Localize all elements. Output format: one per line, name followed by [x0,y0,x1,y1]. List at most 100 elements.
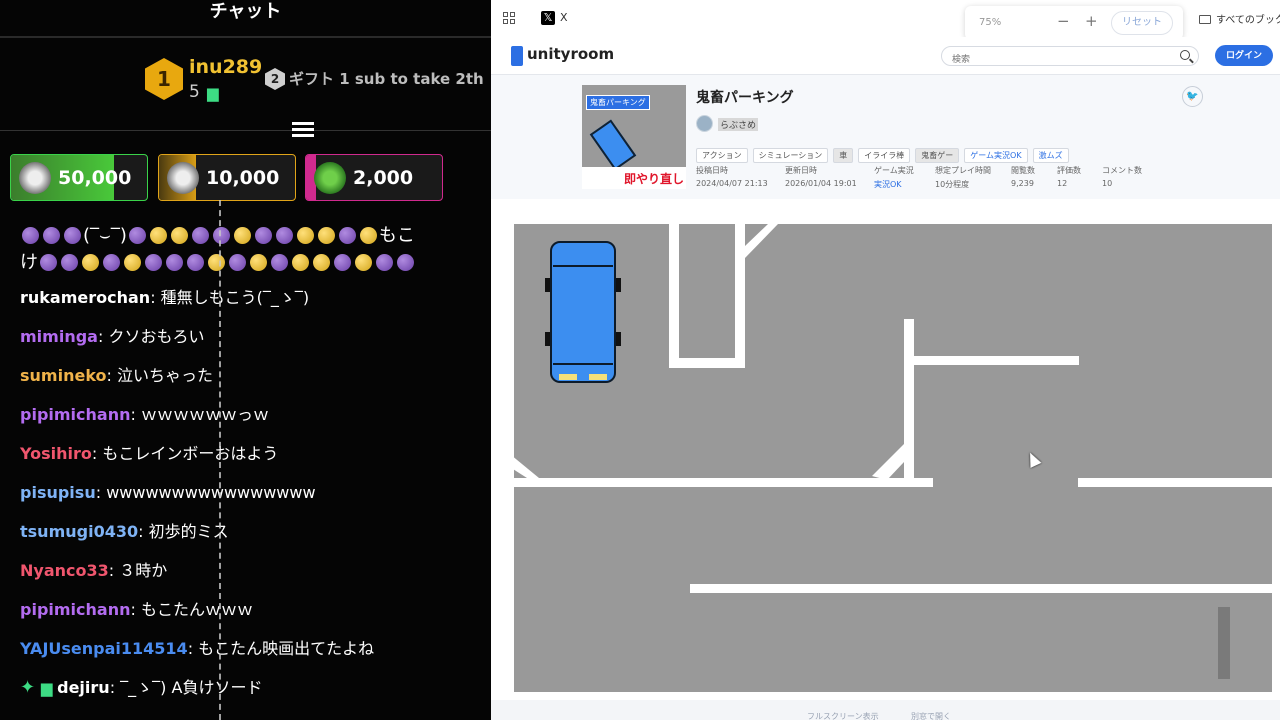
game-canvas[interactable] [505,214,1280,700]
login-button[interactable]: ログイン [1215,45,1273,66]
moon-emote-icon [166,254,183,271]
game-stat: 想定プレイ時間 10分程度 [935,165,991,190]
chat-username[interactable]: Yosihiro [20,444,92,463]
chat-text: もこレインボーおはよう [102,444,279,463]
chat-username[interactable]: rukamerochan [20,288,150,307]
moon-emote-icon [22,227,39,244]
game-frame[interactable] [505,214,1280,700]
top-gifter-name[interactable]: inu289 [189,56,262,78]
chat-separator: : [138,522,149,541]
chat-username[interactable]: pipimichann [20,405,130,424]
thumbnail-banner-text: 即やり直し [623,172,684,186]
chat-separator: : [130,600,141,619]
chat-separator: : [95,483,107,502]
wall-pillar-left [669,214,679,364]
emote-text-head: け [20,252,38,273]
chat-username[interactable]: pisupisu [20,483,96,502]
moon-emote-icon [317,227,335,244]
chat-text: もこたんｗｗｗ [140,600,253,619]
coin-goal-2[interactable]: 10,000 [158,154,296,201]
chat-title: チャット [209,1,282,22]
stat-value[interactable]: 実況OK [874,179,914,190]
wall-divider-horizontal [914,356,1079,365]
chat-text: wwwwwwwwwwwwwwww [106,483,316,502]
moon-emote-icon [355,254,372,271]
stat-label: ゲーム実況 [874,166,914,175]
chat-username[interactable]: YAJUsenpai114514 [20,639,188,658]
coin-goal-1[interactable]: 50,000 [10,154,148,201]
wall-middle-left [505,478,933,487]
emote-row-2: け [20,249,491,276]
site-logo-text[interactable]: unityroom [527,45,614,63]
thumbnail-banner: 即やり直し [582,167,686,189]
browser-window: 𝕏 X 75% − + リセット すべてのブックマ unityroom ログイン… [491,0,1280,720]
coin-icon [19,161,51,194]
rank-1-badge-icon: 1 [145,58,183,100]
author-name[interactable]: らぶさめ [718,118,759,131]
chat-username[interactable]: Nyanco33 [20,561,109,580]
zoom-reset-button[interactable]: リセット [1111,11,1173,35]
chat-message: pipimichann: ｗｗｗｗｗｗっｗ [20,402,491,441]
fullscreen-button[interactable]: フルスクリーン表示 [807,711,879,720]
stat-value: 2026/01/04 19:01 [785,179,857,188]
moon-emote-icon [40,254,57,271]
zoom-in-button[interactable]: + [1085,12,1098,30]
unityroom-logo-icon[interactable] [511,46,523,66]
emote-message: (‾⌣‾) もこ け [20,222,491,276]
x-logo-icon[interactable]: 𝕏 [541,11,555,25]
emote-text-tail: もこ [378,225,415,246]
chat-username[interactable]: tsumugi0430 [20,522,138,541]
chat-separator: : [97,327,109,346]
game-stat: 閲覧数 9,239 [1011,165,1035,188]
moon-emote-icon [233,227,251,244]
car-headlight [589,374,607,380]
apps-grid-icon[interactable] [503,12,515,24]
zoom-out-button[interactable]: − [1057,12,1070,30]
chat-message: mimingа: クソおもろい [20,324,491,363]
game-stat: 更新日時 2026/01/04 19:01 [785,165,857,188]
collapse-icon[interactable] [292,122,314,140]
coin-goal-3[interactable]: 2,000 [305,154,443,201]
chat-message: Yosihiro: もこレインボーおはよう [20,441,491,480]
game-tag[interactable]: 鬼畜ゲー [915,148,960,163]
chat-username[interactable]: pipimichann [20,600,130,619]
player-car[interactable] [545,241,621,383]
wall-lower-lane [690,584,1280,593]
game-stat: ゲーム実況実況OK [874,165,914,190]
stat-value: 12 [1057,179,1068,188]
game-tag[interactable]: ゲーム実況OK [964,148,1028,163]
chat-text: 泣いちゃった [117,366,214,385]
bookmark-x[interactable]: X [560,11,568,24]
chat-username[interactable]: sumineko [20,366,107,385]
game-tag[interactable]: シミュレーション [752,148,829,163]
search-icon[interactable] [1180,50,1190,60]
moon-emote-icon [170,227,188,244]
zoom-level: 75% [979,17,1002,28]
game-tag[interactable]: 車 [833,148,854,163]
game-title: 鬼畜パーキング [696,90,794,106]
coin-goal-2-value: 10,000 [206,166,280,189]
twitter-share-icon[interactable]: 🐦 [1182,86,1203,107]
car-headlight [559,374,577,380]
chat-separator: : [108,561,120,580]
stat-label: 更新日時 [785,166,817,175]
stat-label: 閲覧数 [1011,166,1035,175]
game-tag[interactable]: イライラ棒 [858,148,911,163]
game-tags: アクション シミュレーション車イライラ棒 鬼畜ゲー ゲーム実況OK 激ムズ [696,143,1074,163]
chat-username[interactable]: dejiru [57,678,110,697]
moon-emote-icon [376,254,393,271]
author-avatar[interactable] [696,115,713,132]
site-header: unityroom ログイン [491,37,1280,75]
overlay-dashed-line [219,200,221,720]
search-input[interactable] [942,51,1162,69]
game-tag[interactable]: アクション [696,148,748,163]
moon-emote-icon [103,254,120,271]
chat-message: pipimichann: もこたんｗｗｗ [20,597,491,636]
chat-username[interactable]: mimingа [20,327,98,346]
chat-separator: : [109,678,121,697]
all-bookmarks-button[interactable]: すべてのブックマ [1199,11,1280,26]
chat-panel: チャット 1 inu289 5 ▆ 2 ギフト 1 sub to take 2t… [0,0,491,720]
open-new-window-button[interactable]: 別窓で開く [911,711,951,720]
chat-message: Nyanco33: ３時か [20,558,491,597]
game-tag[interactable]: 激ムズ [1032,148,1069,163]
